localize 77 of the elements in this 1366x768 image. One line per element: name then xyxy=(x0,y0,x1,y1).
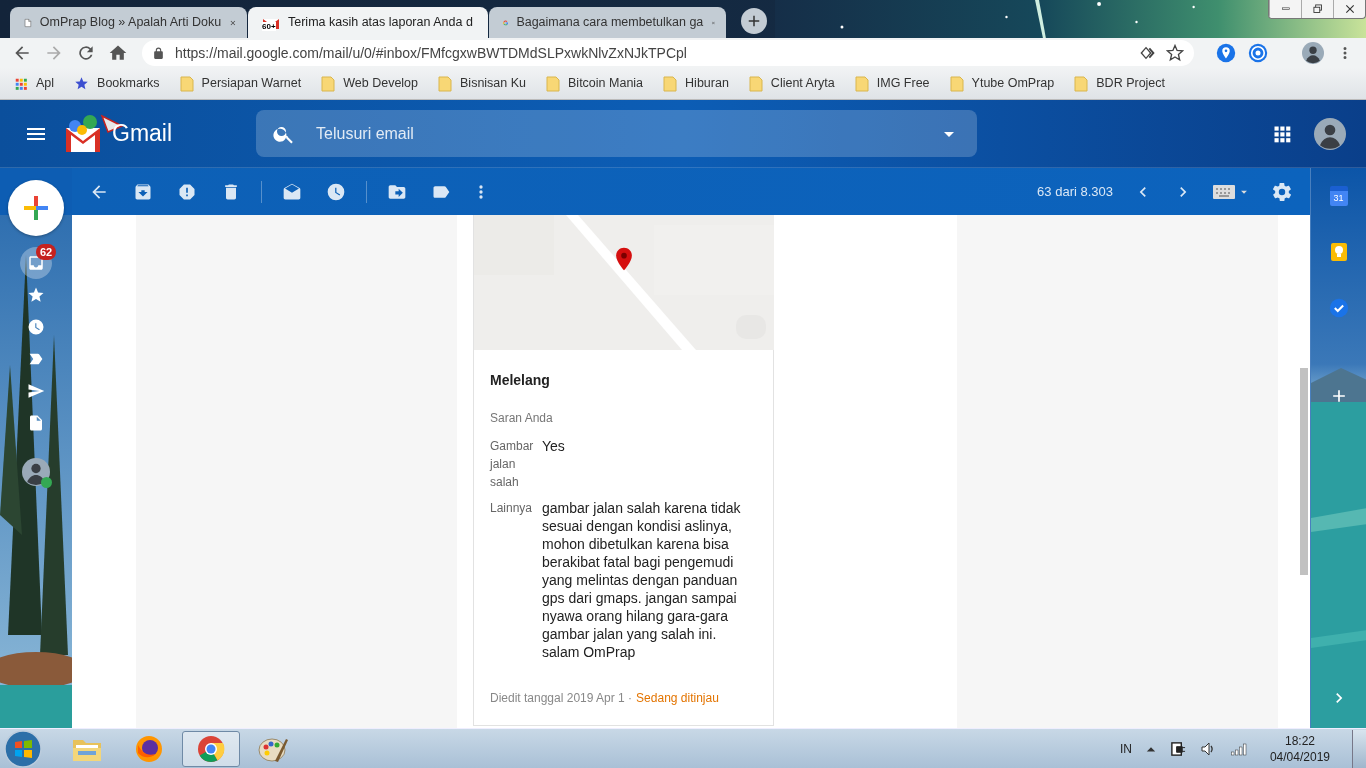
new-tab-button[interactable] xyxy=(741,8,767,34)
map-pin-icon xyxy=(615,245,633,273)
scrollbar-thumb[interactable] xyxy=(1300,368,1308,575)
bookmark[interactable]: Ytube OmPrap xyxy=(949,74,1055,93)
speaker-icon[interactable] xyxy=(1199,740,1216,757)
clock-date: 04/04/2019 xyxy=(1269,748,1330,765)
folder-icon xyxy=(1074,75,1089,92)
status-dot xyxy=(41,477,52,488)
bookmark[interactable]: Persiapan Warnet xyxy=(179,74,302,93)
reload-icon[interactable] xyxy=(76,43,96,63)
clock-icon[interactable] xyxy=(326,181,346,202)
page-count: 63 dari 8.303 xyxy=(1037,182,1113,201)
folder-icon xyxy=(949,75,964,92)
bookmark[interactable]: Hiburan xyxy=(663,74,729,93)
show-desktop-button[interactable] xyxy=(1352,729,1366,768)
folder-icon xyxy=(854,75,869,92)
star-icon xyxy=(74,76,90,91)
avatar[interactable] xyxy=(1302,42,1324,64)
bookmark[interactable]: Client Aryta xyxy=(748,74,835,93)
diamond-icon[interactable] xyxy=(1140,45,1156,61)
search-input[interactable]: Telusuri email xyxy=(314,120,920,147)
section-label: Saran Anda xyxy=(490,410,554,427)
document-icon xyxy=(27,414,45,432)
signal-icon[interactable] xyxy=(1229,741,1248,756)
settings-icon[interactable] xyxy=(1271,180,1293,203)
edit-date: Diedit tanggal 2019 Apr 1 · xyxy=(490,690,633,707)
folder-icon xyxy=(438,75,452,92)
lock-icon xyxy=(152,46,165,60)
inbox-icon xyxy=(27,254,45,272)
star-icon xyxy=(27,286,45,304)
field-label: Lainnya xyxy=(490,500,534,517)
compose-button[interactable] xyxy=(8,180,64,236)
folder-icon xyxy=(663,75,678,92)
bookmark[interactable]: Bisnisan Ku xyxy=(438,74,527,93)
browser-tab[interactable]: OmPrap Blog » Apalah Arti Doku xyxy=(10,7,247,38)
browser-tab[interactable]: Bagaimana cara membetulkan ga xyxy=(489,7,726,38)
apps-icon xyxy=(14,76,28,91)
map-marker-icon[interactable] xyxy=(1216,43,1236,63)
browser-tab[interactable]: 60+ Terima kasih atas laporan Anda d xyxy=(248,7,488,38)
bookmark[interactable]: Apl xyxy=(14,74,55,93)
mail-icon[interactable] xyxy=(282,181,302,202)
bookmark[interactable]: Bookmarks xyxy=(74,74,160,93)
send-icon xyxy=(27,382,45,400)
avatar[interactable] xyxy=(22,458,50,486)
avatar[interactable] xyxy=(1314,117,1346,150)
bookmark[interactable]: IMG Free xyxy=(854,74,930,93)
taskbar-button[interactable] xyxy=(182,730,240,767)
start-button[interactable] xyxy=(4,729,42,768)
favicon-badge: 60+ xyxy=(262,21,276,31)
status-text: Sedang ditinjau xyxy=(636,690,719,707)
bookmark[interactable]: Web Develop xyxy=(321,74,418,93)
plus-icon xyxy=(21,193,51,223)
browser-icon xyxy=(197,734,225,763)
folder-icon xyxy=(546,75,561,92)
clock-time: 18:22 xyxy=(1284,732,1315,749)
keyboard-icon[interactable] xyxy=(1213,184,1235,199)
report-title: Melelang xyxy=(490,371,551,390)
clock-icon xyxy=(27,318,45,336)
browser-icon xyxy=(135,734,163,763)
field-value: gambar jalan salah karena tidak sesuai dengan kondisi aslinya, mohon dibetulkan karena bisa berakibat fatal bagi pengemudi yang melintas dengan panduan gps dari gmaps. jangan sampai nyawa orang hilang gara-gara gambar jalan yang salah ini. salam OmPrap xyxy=(542,499,742,661)
unread-badge: 62 xyxy=(36,244,57,260)
folder-icon xyxy=(321,75,336,92)
bookmark[interactable]: BDR Project xyxy=(1074,74,1166,93)
tasks-icon[interactable] xyxy=(1328,298,1349,318)
logo-text: Gmail xyxy=(112,119,173,149)
extension-icon[interactable] xyxy=(1248,43,1268,63)
star-icon[interactable] xyxy=(1166,44,1184,62)
power-icon[interactable] xyxy=(1169,740,1186,757)
bookmark[interactable]: Bitcoin Mania xyxy=(546,74,644,93)
home-icon[interactable] xyxy=(108,43,128,63)
search-bar[interactable]: Telusuri email xyxy=(256,110,978,157)
field-label: Gambar jalan salah xyxy=(490,438,534,491)
field-value: Yes xyxy=(542,437,565,456)
address-bar[interactable]: https://mail.google.com/mail/u/0/#inbox/FMfcgxwBWTDMdSLPxwkNlvZxNJkTPCpl xyxy=(142,40,1194,66)
language-indicator[interactable]: IN xyxy=(1119,739,1132,758)
folder-icon xyxy=(748,75,763,92)
folder-icon xyxy=(179,75,194,92)
